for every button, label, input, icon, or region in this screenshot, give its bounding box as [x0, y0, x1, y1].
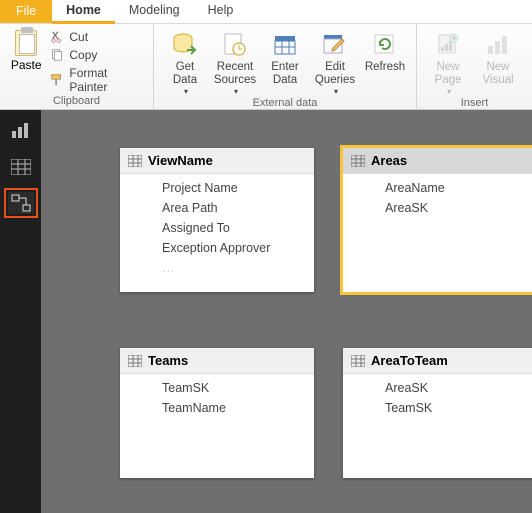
- cut-icon: [50, 30, 64, 44]
- group-clipboard: Paste Cut Copy: [0, 24, 154, 109]
- edit-queries-button[interactable]: Edit Queries▾: [310, 26, 360, 97]
- new-visual-label: New Visual: [482, 61, 513, 87]
- field[interactable]: Area Path: [120, 198, 314, 218]
- model-canvas[interactable]: ViewName Project Name Area Path Assigned…: [41, 110, 532, 513]
- field[interactable]: Assigned To: [120, 218, 314, 238]
- recent-sources-button[interactable]: Recent Sources▾: [210, 26, 260, 97]
- get-data-button[interactable]: Get Data▾: [160, 26, 210, 97]
- field[interactable]: TeamName: [120, 398, 314, 418]
- refresh-icon: [372, 31, 398, 59]
- group-external-label: External data: [160, 97, 410, 111]
- field[interactable]: AreaSK: [343, 378, 532, 398]
- format-painter-icon: [50, 73, 64, 87]
- new-visual-button: New Visual: [473, 26, 523, 87]
- field[interactable]: TeamSK: [343, 398, 532, 418]
- bar-chart-icon: [11, 123, 31, 139]
- relationship-icon: [11, 194, 31, 212]
- paste-icon: [15, 30, 37, 56]
- get-data-icon: [171, 31, 199, 59]
- field[interactable]: AreaName: [343, 178, 532, 198]
- paste-label: Paste: [11, 58, 42, 72]
- format-painter-button[interactable]: Format Painter: [50, 66, 145, 94]
- table-title: ViewName: [148, 153, 213, 168]
- get-data-label: Get Data: [173, 61, 197, 87]
- enter-data-label: Enter Data: [271, 61, 299, 87]
- svg-text:★: ★: [451, 35, 456, 42]
- edit-queries-icon: [322, 31, 348, 59]
- copy-button[interactable]: Copy: [50, 48, 145, 62]
- new-page-icon: ★: [435, 31, 461, 59]
- table-viewname[interactable]: ViewName Project Name Area Path Assigned…: [120, 148, 314, 292]
- report-view-button[interactable]: [8, 120, 34, 142]
- table-icon: [128, 355, 142, 367]
- view-rail: [0, 110, 41, 513]
- group-insert: ★ New Page▾ New Visual Insert: [417, 24, 532, 109]
- refresh-label: Refresh: [365, 61, 405, 74]
- table-title: Teams: [148, 353, 188, 368]
- copy-icon: [50, 48, 64, 62]
- enter-data-button[interactable]: Enter Data: [260, 26, 310, 87]
- table-areas[interactable]: Areas AreaName AreaSK: [343, 148, 532, 292]
- model-view-button[interactable]: [8, 192, 34, 214]
- cut-button[interactable]: Cut: [50, 30, 145, 44]
- table-icon: [128, 155, 142, 167]
- tab-help[interactable]: Help: [194, 0, 248, 23]
- table-teams[interactable]: Teams TeamSK TeamName: [120, 348, 314, 478]
- group-insert-label: Insert: [423, 97, 526, 111]
- field[interactable]: Exception Approver: [120, 238, 314, 258]
- field[interactable]: AreaSK: [343, 198, 532, 218]
- field[interactable]: Project Name: [120, 178, 314, 198]
- table-icon: [11, 159, 31, 175]
- tab-home[interactable]: Home: [52, 0, 115, 23]
- ribbon: Paste Cut Copy: [0, 24, 532, 110]
- workspace: ViewName Project Name Area Path Assigned…: [0, 110, 532, 513]
- chevron-down-icon: ▾: [334, 87, 338, 96]
- chevron-down-icon: ▾: [184, 87, 188, 96]
- tab-file[interactable]: File: [0, 0, 52, 23]
- new-page-button: ★ New Page▾: [423, 26, 473, 97]
- tab-modeling[interactable]: Modeling: [115, 0, 194, 23]
- new-page-label: New Page: [435, 61, 462, 87]
- field[interactable]: …: [120, 258, 314, 278]
- group-clipboard-label: Clipboard: [6, 95, 147, 109]
- new-visual-icon: [485, 31, 511, 59]
- table-title: AreaToTeam: [371, 353, 448, 368]
- field[interactable]: TeamSK: [120, 378, 314, 398]
- group-external: Get Data▾ Recent Sources▾ Enter Data Edi…: [154, 24, 417, 109]
- table-icon: [351, 355, 365, 367]
- table-title: Areas: [371, 153, 407, 168]
- enter-data-icon: [273, 31, 297, 59]
- refresh-button[interactable]: Refresh: [360, 26, 410, 74]
- data-view-button[interactable]: [8, 156, 34, 178]
- table-areatoteam[interactable]: AreaToTeam AreaSK TeamSK: [343, 348, 532, 478]
- table-icon: [351, 155, 365, 167]
- chevron-down-icon: ▾: [234, 87, 238, 96]
- menu-tabs: File Home Modeling Help: [0, 0, 532, 24]
- chevron-down-icon: ▾: [447, 87, 451, 96]
- recent-sources-icon: [222, 31, 248, 59]
- recent-sources-label: Recent Sources: [214, 61, 256, 87]
- edit-queries-label: Edit Queries: [315, 61, 355, 87]
- paste-button[interactable]: Paste: [6, 26, 46, 72]
- copy-label: Copy: [69, 48, 97, 62]
- format-painter-label: Format Painter: [69, 66, 145, 94]
- cut-label: Cut: [69, 30, 88, 44]
